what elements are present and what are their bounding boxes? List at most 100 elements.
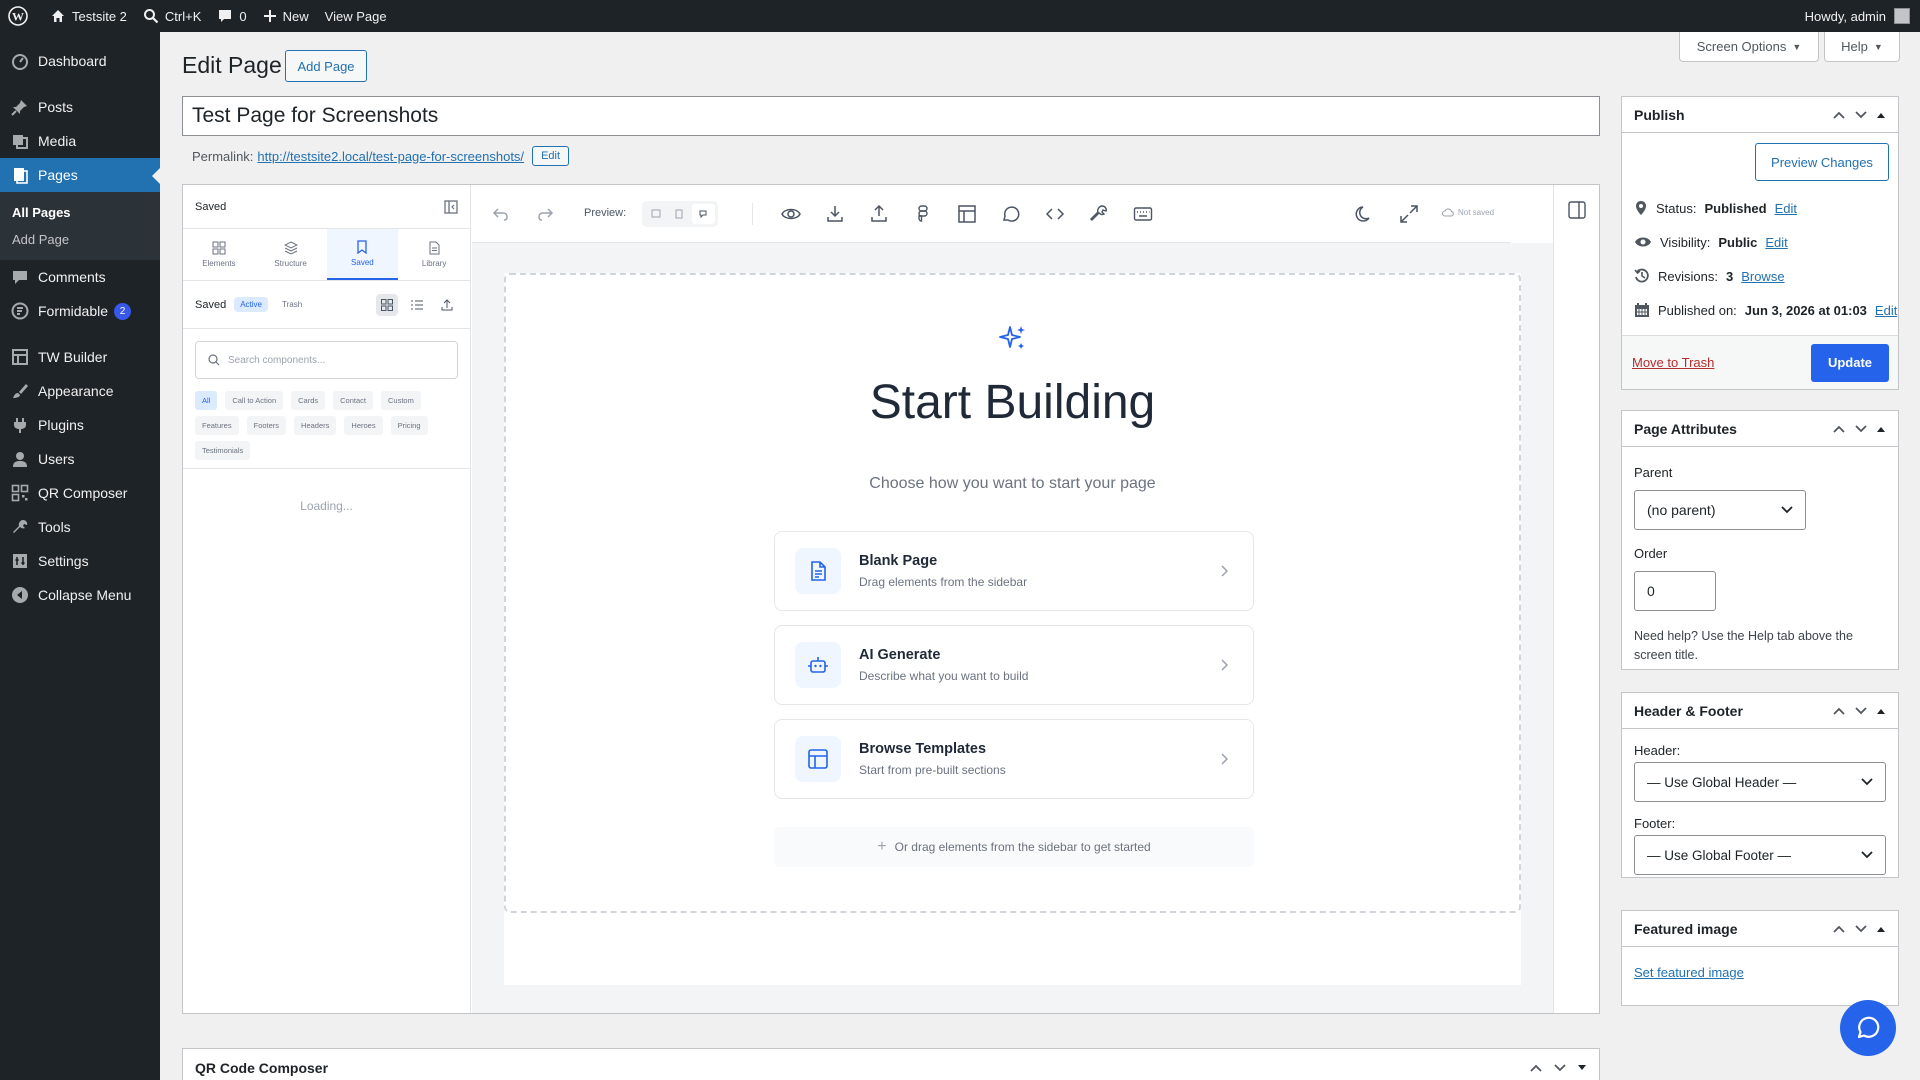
- command-palette-link[interactable]: Ctrl+K: [135, 0, 209, 32]
- menu-item-pages[interactable]: Pages: [0, 158, 160, 192]
- grid-view-icon[interactable]: [376, 293, 398, 316]
- site-name-link[interactable]: Testsite 2: [42, 0, 135, 32]
- help-button[interactable]: Help ▼: [1824, 32, 1900, 62]
- menu-item-media[interactable]: Media: [0, 124, 160, 158]
- chip-custom[interactable]: Custom: [381, 391, 421, 410]
- upload-icon[interactable]: [866, 201, 892, 227]
- chip-features[interactable]: Features: [195, 416, 239, 435]
- page-attributes-header[interactable]: Page Attributes: [1622, 411, 1898, 447]
- layout-icon[interactable]: [954, 201, 980, 227]
- chip-testimonials[interactable]: Testimonials: [195, 441, 251, 460]
- menu-item-settings[interactable]: Settings: [0, 544, 160, 578]
- search-components-input[interactable]: Search components...: [195, 341, 458, 379]
- move-up-icon[interactable]: [1529, 1063, 1543, 1073]
- tab-structure[interactable]: Structure: [255, 229, 327, 280]
- upload-icon[interactable]: [436, 294, 458, 316]
- code-icon[interactable]: [1042, 201, 1068, 227]
- wrench-icon[interactable]: [1086, 201, 1112, 227]
- chip-footers[interactable]: Footers: [246, 416, 287, 435]
- chip-cards[interactable]: Cards: [291, 391, 326, 410]
- fullscreen-icon[interactable]: [1396, 201, 1422, 227]
- collapse-panel-icon[interactable]: [444, 199, 458, 214]
- toggle-panel-icon[interactable]: [1876, 707, 1886, 715]
- move-up-icon[interactable]: [1832, 110, 1846, 120]
- new-content-link[interactable]: New: [255, 0, 317, 32]
- move-up-icon[interactable]: [1832, 924, 1846, 934]
- keyboard-icon[interactable]: [1130, 201, 1156, 227]
- tab-elements[interactable]: Elements: [183, 229, 255, 280]
- figma-icon[interactable]: [910, 201, 936, 227]
- list-view-icon[interactable]: [406, 294, 428, 316]
- parent-select[interactable]: (no parent): [1634, 490, 1806, 530]
- add-page-button[interactable]: Add Page: [285, 50, 367, 82]
- eye-icon[interactable]: [778, 201, 804, 227]
- permalink-edit-button[interactable]: Edit: [532, 146, 570, 166]
- toggle-panel-icon[interactable]: [1876, 425, 1886, 433]
- move-down-icon[interactable]: [1854, 924, 1868, 934]
- header-select[interactable]: — Use Global Header —: [1634, 762, 1886, 802]
- post-title-input[interactable]: Test Page for Screenshots: [182, 96, 1600, 136]
- toggle-panel-icon[interactable]: [1876, 925, 1886, 933]
- permalink-link[interactable]: http://testsite2.local/test-page-for-scr…: [257, 149, 524, 164]
- chip-pricing[interactable]: Pricing: [390, 416, 428, 435]
- menu-item-qr-composer[interactable]: QR Composer: [0, 476, 160, 510]
- option-ai-generate[interactable]: AI Generate Describe what you want to bui…: [774, 625, 1254, 705]
- my-account[interactable]: Howdy, admin: [1805, 8, 1920, 24]
- footer-select[interactable]: — Use Global Footer —: [1634, 835, 1886, 875]
- redo-icon[interactable]: [532, 201, 558, 227]
- move-down-icon[interactable]: [1854, 706, 1868, 716]
- mobile-device-icon[interactable]: [691, 204, 716, 224]
- chat-icon[interactable]: [998, 201, 1024, 227]
- wordpress-logo[interactable]: W: [0, 0, 42, 32]
- menu-item-tools[interactable]: Tools: [0, 510, 160, 544]
- move-down-icon[interactable]: [1553, 1063, 1567, 1073]
- undo-icon[interactable]: [488, 201, 514, 227]
- edit-status-link[interactable]: Edit: [1775, 201, 1797, 216]
- menu-item-appearance[interactable]: Appearance: [0, 374, 160, 408]
- collapse-menu-button[interactable]: Collapse Menu: [0, 578, 160, 612]
- menu-item-tw-builder[interactable]: TW Builder: [0, 340, 160, 374]
- dark-mode-icon[interactable]: [1352, 201, 1378, 227]
- view-page-link[interactable]: View Page: [317, 0, 395, 32]
- update-button[interactable]: Update: [1811, 343, 1889, 382]
- header-footer-header[interactable]: Header & Footer: [1622, 693, 1898, 729]
- option-blank-page[interactable]: Blank Page Drag elements from the sidebar: [774, 531, 1254, 611]
- menu-item-posts[interactable]: Posts: [0, 90, 160, 124]
- publish-box-header[interactable]: Publish: [1622, 97, 1898, 133]
- filter-trash[interactable]: Trash: [276, 297, 308, 312]
- chip-contact[interactable]: Contact: [333, 391, 373, 410]
- empty-state-dropzone[interactable]: Start Building Choose how you want to st…: [504, 273, 1521, 913]
- tab-saved[interactable]: Saved: [326, 229, 399, 280]
- desktop-device-icon[interactable]: [645, 204, 666, 224]
- option-browse-templates[interactable]: Browse Templates Start from pre-built sec…: [774, 719, 1254, 799]
- submenu-add-page[interactable]: Add Page: [0, 226, 160, 253]
- set-featured-image-link[interactable]: Set featured image: [1634, 965, 1744, 980]
- edit-date-link[interactable]: Edit: [1875, 303, 1897, 318]
- chat-support-button[interactable]: [1840, 1000, 1896, 1056]
- download-icon[interactable]: [822, 201, 848, 227]
- chip-headers[interactable]: Headers: [294, 416, 337, 435]
- menu-item-formidable[interactable]: Formidable 2: [0, 294, 160, 328]
- screen-options-button[interactable]: Screen Options ▼: [1679, 32, 1819, 62]
- move-up-icon[interactable]: [1832, 424, 1846, 434]
- chip-heroes[interactable]: Heroes: [344, 416, 383, 435]
- submenu-all-pages[interactable]: All Pages: [0, 199, 160, 226]
- browse-revisions-link[interactable]: Browse: [1741, 269, 1784, 284]
- preview-changes-button[interactable]: Preview Changes: [1755, 143, 1889, 181]
- move-up-icon[interactable]: [1832, 706, 1846, 716]
- order-input[interactable]: 0: [1634, 571, 1716, 611]
- tab-library[interactable]: Library: [398, 229, 470, 280]
- menu-item-users[interactable]: Users: [0, 442, 160, 476]
- move-to-trash-link[interactable]: Move to Trash: [1632, 355, 1714, 370]
- toggle-panel-icon[interactable]: [1577, 1064, 1587, 1072]
- menu-item-plugins[interactable]: Plugins: [0, 408, 160, 442]
- menu-item-comments[interactable]: Comments: [0, 260, 160, 294]
- move-down-icon[interactable]: [1854, 110, 1868, 120]
- toggle-panel-icon[interactable]: [1876, 111, 1886, 119]
- toggle-right-panel-icon[interactable]: [1568, 201, 1586, 219]
- edit-visibility-link[interactable]: Edit: [1765, 235, 1787, 250]
- featured-image-header[interactable]: Featured image: [1622, 911, 1898, 947]
- comments-link[interactable]: 0: [209, 0, 254, 32]
- menu-item-dashboard[interactable]: Dashboard: [0, 44, 160, 78]
- move-down-icon[interactable]: [1854, 424, 1868, 434]
